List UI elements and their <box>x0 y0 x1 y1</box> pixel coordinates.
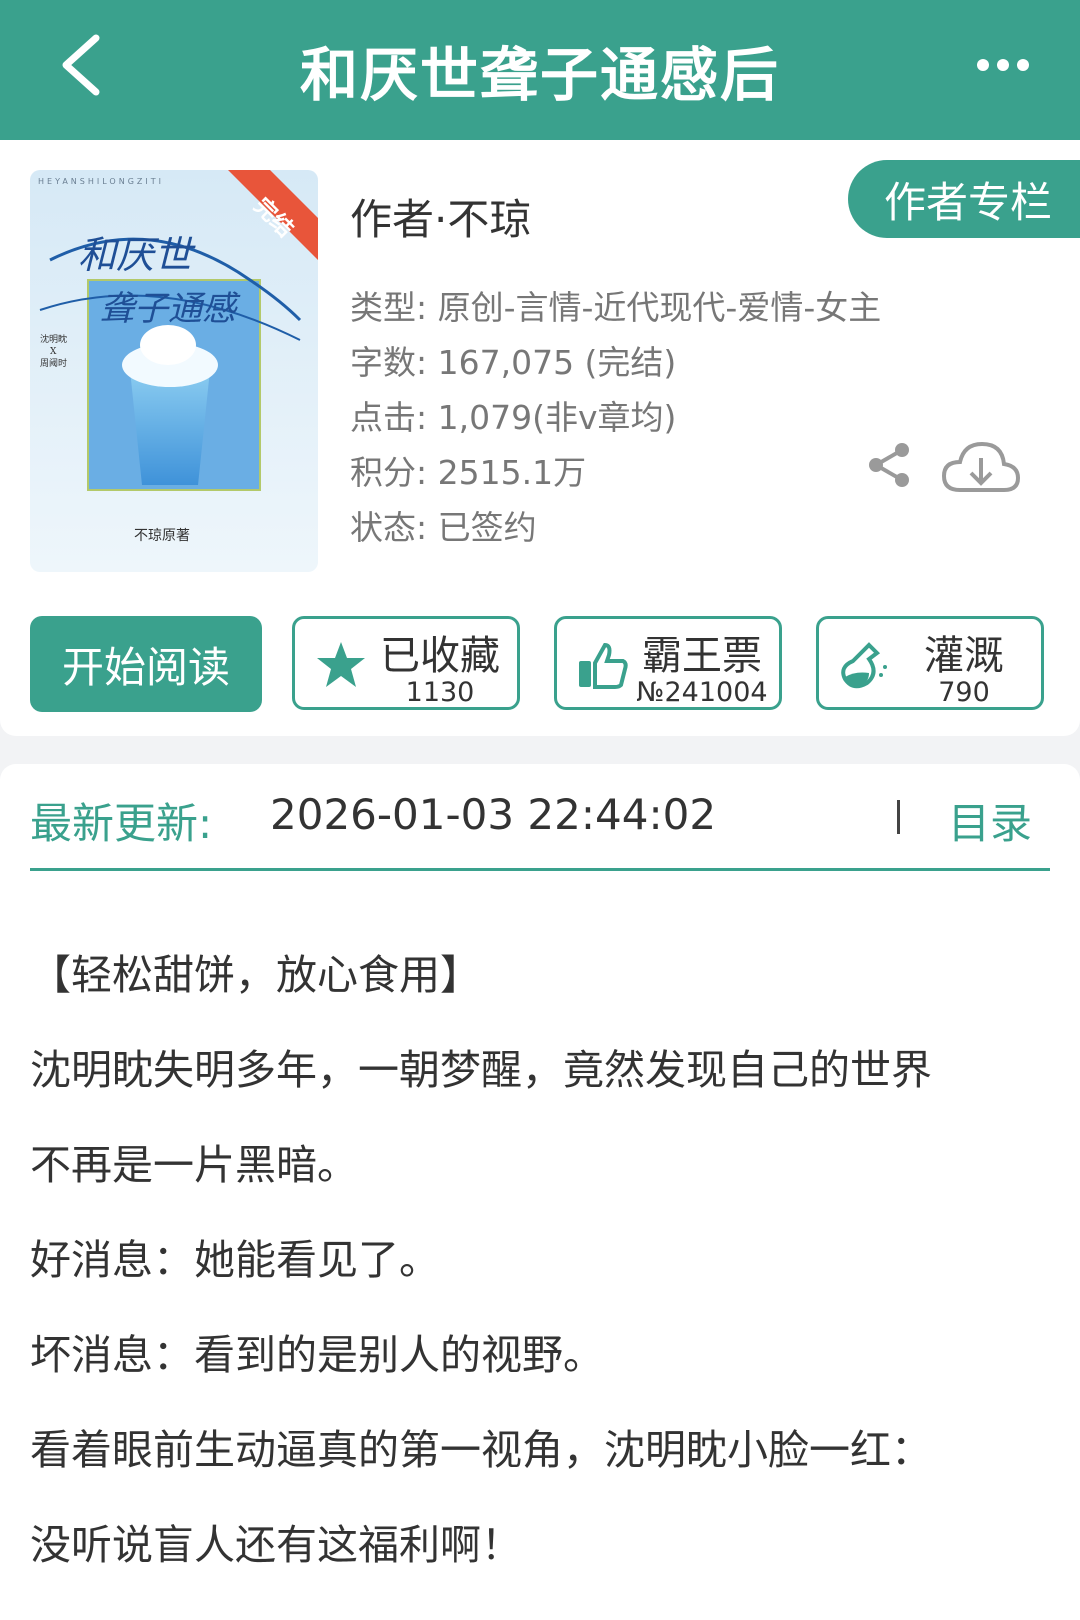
book-description: 【轻松甜饼，放心食用】 沈明眈失明多年，一朝梦醒，竟然发现自己的世界 不再是一片… <box>0 900 1080 1620</box>
table-of-contents-link[interactable]: 目录 <box>948 790 1032 851</box>
svg-text:沈明眈: 沈明眈 <box>40 333 67 345</box>
watering-flask-icon <box>841 642 887 689</box>
svg-text:HEYANSHILONGZITI: HEYANSHILONGZITI <box>38 177 164 186</box>
svg-text:和厌世: 和厌世 <box>78 233 196 277</box>
description-line: 没听说盲人还有这福利啊！ <box>30 1521 522 1569</box>
meta-status: 状态: 已签约 <box>350 508 537 547</box>
star-icon <box>317 642 365 687</box>
svg-text:周阈时: 周阈时 <box>40 357 67 369</box>
description-line: 好消息：她能看见了。 <box>30 1236 440 1284</box>
start-reading-button[interactable]: 开始阅读 <box>30 616 262 712</box>
author-name[interactable]: 作者·不琼 <box>350 186 531 247</box>
cloud-download-icon[interactable] <box>940 438 1022 498</box>
favorite-label: 已收藏 <box>380 633 500 679</box>
book-meta: 类型: 原创-言情-近代现代-爱情-女主 字数: 167,075 (完结) 点击… <box>350 280 881 555</box>
water-label: 灌溉 <box>924 633 1004 679</box>
ticket-button[interactable]: 霸王票 №241004 <box>554 616 782 710</box>
page-title: 和厌世聋子通感后 <box>299 41 780 109</box>
description-line: 沈明眈失明多年，一朝梦醒，竟然发现自己的世界 <box>30 1046 932 1094</box>
ellipsis-icon[interactable] <box>974 50 1032 80</box>
water-button[interactable]: 灌溉 790 <box>816 616 1044 710</box>
ticket-count: №241004 <box>636 677 768 708</box>
thumbs-up-icon <box>579 642 628 689</box>
meta-words: 字数: 167,075 (完结) <box>350 343 677 382</box>
description-line: 看着眼前生动逼真的第一视角，沈明眈小脸一红： <box>30 1426 932 1474</box>
ticket-label: 霸王票 <box>642 633 762 679</box>
share-icon[interactable] <box>864 440 914 490</box>
meta-score: 积分: 2515.1万 <box>350 453 587 492</box>
book-info-card: 和厌世 聋子通感 HEYANSHILONGZITI 沈明眈 X 周阈时 不琼原著… <box>0 140 1080 736</box>
svg-text:聋子通感: 聋子通感 <box>100 289 241 329</box>
favorite-button[interactable]: 已收藏 1130 <box>292 616 520 710</box>
meta-type: 类型: 原创-言情-近代现代-爱情-女主 <box>350 288 882 327</box>
latest-update-label: 最新更新: <box>30 799 213 848</box>
latest-update-row: 最新更新: 2026-01-03 22:44:02 目录 <box>0 764 1080 900</box>
description-line: 不再是一片黑暗。 <box>30 1141 358 1189</box>
top-bar: 和厌世聋子通感后 <box>0 0 1080 140</box>
divider <box>897 800 900 834</box>
description-line: 【轻松甜饼，放心食用】 <box>30 951 481 999</box>
book-cover[interactable]: 和厌世 聋子通感 HEYANSHILONGZITI 沈明眈 X 周阈时 不琼原著… <box>30 170 318 572</box>
svg-text:X: X <box>50 347 57 357</box>
underline-divider <box>30 868 1050 871</box>
author-column-button[interactable]: 作者专栏 <box>848 160 1080 238</box>
meta-clicks: 点击: 1,079(非v章均) <box>350 398 677 437</box>
favorite-count: 1130 <box>405 677 475 708</box>
water-count: 790 <box>938 677 990 708</box>
svg-text:不琼原著: 不琼原著 <box>134 528 190 544</box>
latest-update-time[interactable]: 2026-01-03 22:44:02 <box>270 790 716 839</box>
description-line: 坏消息：看到的是别人的视野。 <box>30 1331 604 1379</box>
